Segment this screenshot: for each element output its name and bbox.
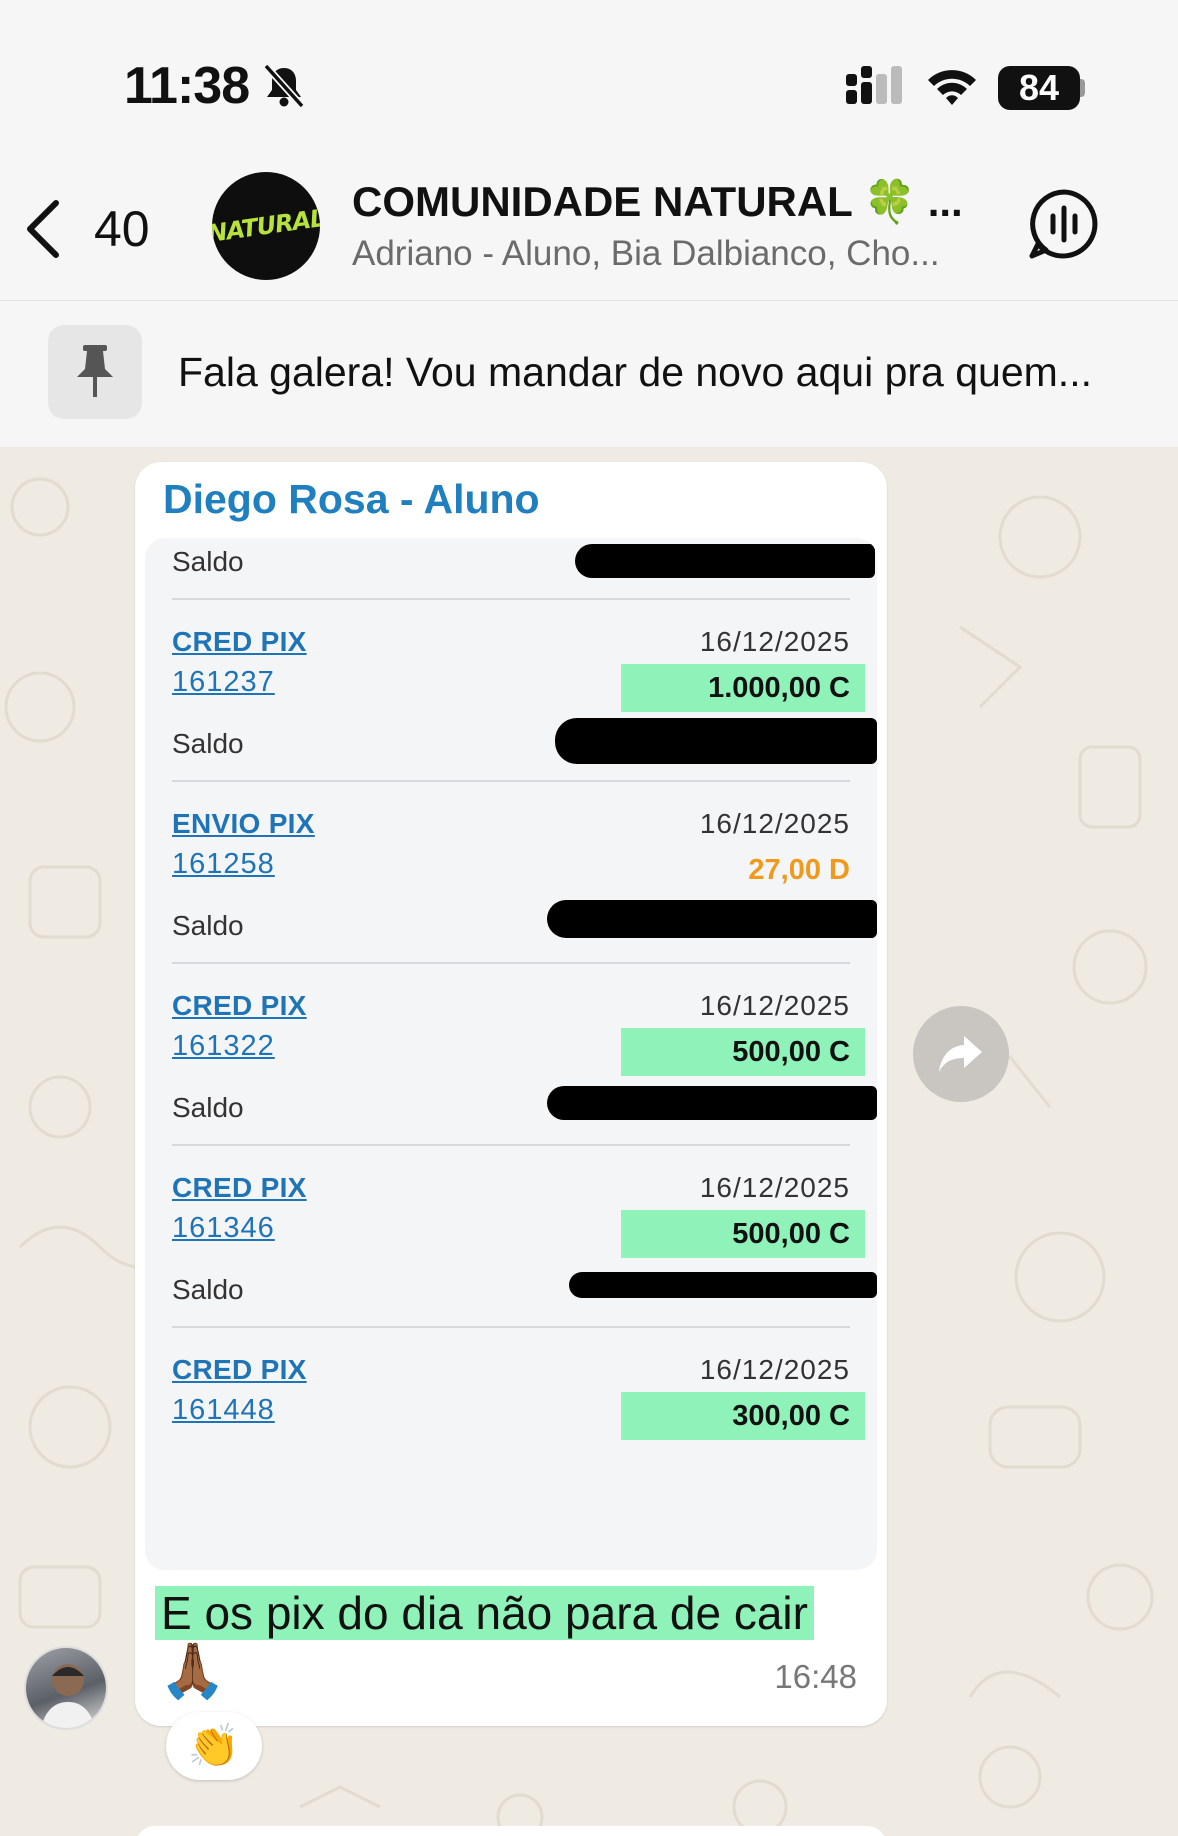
bank-statement-image[interactable]: Saldo CRED PIX 16/12/2025 161237 1.000,0… bbox=[145, 538, 877, 1570]
tx-date: 16/12/2025 bbox=[699, 1172, 850, 1203]
tx-date: 16/12/2025 bbox=[699, 808, 850, 839]
pin-icon-box bbox=[48, 325, 142, 419]
tx-amount: 500,00 C bbox=[621, 1028, 865, 1076]
tx-type: CRED PIX bbox=[172, 1354, 307, 1385]
tx-id: 161346 bbox=[172, 1212, 275, 1244]
message-bubble[interactable]: Diego Rosa - Aluno Saldo CRED PIX 16/12/… bbox=[135, 462, 887, 1726]
divider bbox=[172, 1144, 850, 1146]
tx-type: CRED PIX bbox=[172, 626, 307, 657]
unread-count: 40 bbox=[94, 201, 150, 257]
chevron-left-icon bbox=[27, 200, 59, 258]
tx-type: ENVIO PIX bbox=[172, 808, 315, 839]
tx-id: 161448 bbox=[172, 1394, 275, 1426]
sender-name[interactable]: Diego Rosa - Aluno bbox=[163, 476, 540, 523]
saldo-label: Saldo bbox=[172, 1274, 244, 1305]
wifi-icon bbox=[928, 70, 976, 105]
group-avatar[interactable]: NATURAL bbox=[212, 172, 320, 280]
tx-id: 161237 bbox=[172, 666, 275, 698]
tx-type: CRED PIX bbox=[172, 1172, 307, 1203]
forward-button[interactable] bbox=[913, 1006, 1009, 1102]
battery-tip bbox=[1080, 79, 1085, 97]
saldo-label: Saldo bbox=[172, 1092, 244, 1123]
bell-muted-icon bbox=[263, 63, 305, 109]
tx-amount: 500,00 C bbox=[621, 1210, 865, 1258]
tx-type: CRED PIX bbox=[172, 990, 307, 1021]
clap-emoji: 👏 bbox=[187, 1721, 241, 1769]
tx-id: 161258 bbox=[172, 848, 275, 880]
avatar-photo bbox=[40, 1664, 96, 1728]
status-time: 11:38 bbox=[124, 57, 250, 115]
chat-header: 40 NATURAL COMUNIDADE NATURAL 🍀 ... Adri… bbox=[0, 150, 1178, 300]
redacted-balance bbox=[555, 718, 877, 764]
saldo-label: Saldo bbox=[172, 910, 244, 941]
divider bbox=[172, 598, 850, 600]
tx-date: 16/12/2025 bbox=[699, 990, 850, 1021]
next-message-bubble bbox=[135, 1826, 887, 1836]
pray-emoji: 🙏🏾 bbox=[159, 1641, 227, 1701]
redacted-balance bbox=[547, 1086, 877, 1120]
redacted-balance bbox=[569, 1272, 877, 1298]
forward-icon bbox=[939, 1036, 982, 1072]
redacted-balance bbox=[575, 544, 875, 578]
back-button[interactable]: 40 bbox=[22, 194, 172, 264]
pinned-message-text: Fala galera! Vou mandar de novo aqui pra… bbox=[178, 349, 1092, 395]
pinned-message-bar[interactable]: Fala galera! Vou mandar de novo aqui pra… bbox=[0, 300, 1178, 447]
tx-amount: 27,00 D bbox=[748, 854, 850, 886]
saldo-label: Saldo bbox=[172, 728, 244, 759]
divider bbox=[172, 962, 850, 964]
pin-icon bbox=[77, 345, 113, 397]
group-logo: NATURAL bbox=[212, 203, 320, 249]
tx-date: 16/12/2025 bbox=[699, 1354, 850, 1385]
sender-avatar[interactable] bbox=[24, 1646, 108, 1730]
battery-indicator: 84 bbox=[998, 66, 1080, 110]
reaction-badge[interactable]: 👏 bbox=[166, 1712, 262, 1780]
status-bar: 11:38 84 bbox=[0, 0, 1178, 150]
message-caption: E os pix do dia não para de cair bbox=[155, 1586, 814, 1640]
cellular-signal-icon bbox=[846, 66, 902, 104]
group-members[interactable]: Adriano - Aluno, Bia Dalbianco, Cho... bbox=[352, 234, 992, 274]
redacted-balance bbox=[547, 900, 877, 938]
message-time: 16:48 bbox=[774, 1658, 857, 1695]
battery-level: 84 bbox=[1018, 67, 1060, 108]
divider bbox=[172, 1326, 850, 1328]
tx-date: 16/12/2025 bbox=[699, 626, 850, 657]
tx-id: 161322 bbox=[172, 1030, 275, 1062]
voice-chat-icon[interactable] bbox=[1026, 186, 1102, 262]
tx-amount: 1.000,00 C bbox=[621, 664, 865, 712]
saldo-label: Saldo bbox=[172, 546, 244, 577]
group-name[interactable]: COMUNIDADE NATURAL 🍀 ... bbox=[352, 178, 992, 227]
top-bar: 11:38 84 40 NATURAL COMUNIDADE NATURAL 🍀… bbox=[0, 0, 1178, 447]
tx-amount: 300,00 C bbox=[621, 1392, 865, 1440]
divider bbox=[172, 780, 850, 782]
